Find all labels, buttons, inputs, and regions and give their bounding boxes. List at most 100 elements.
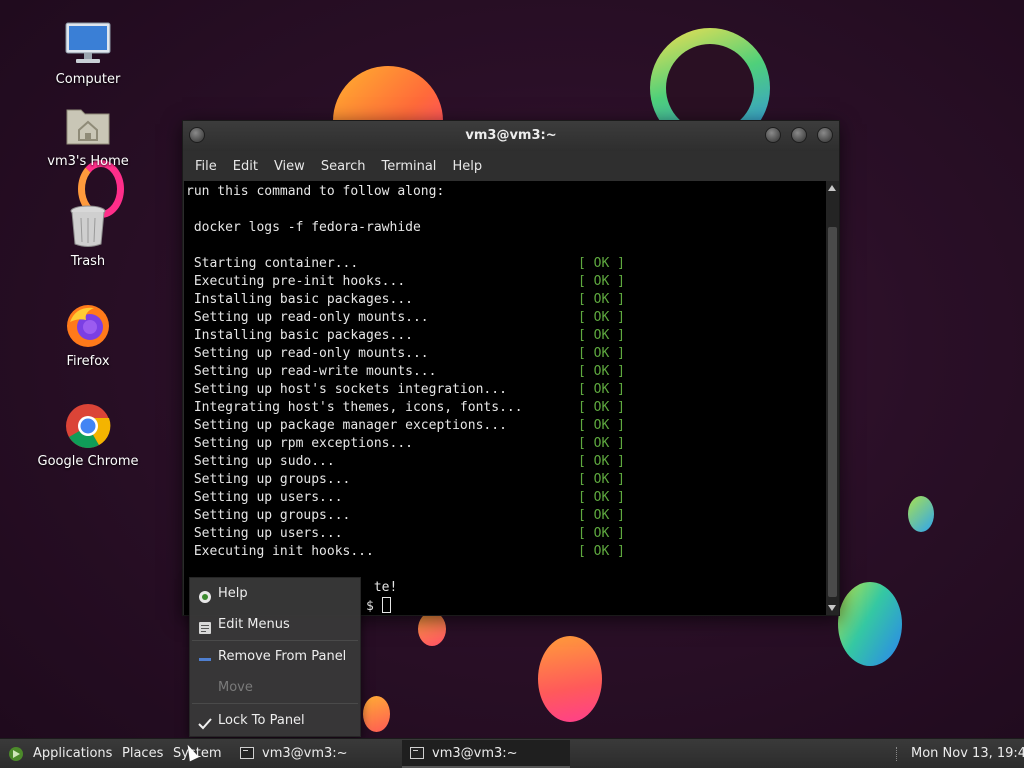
terminal-output[interactable]: run this command to follow along: docker… [184,181,826,615]
terminal-cursor [381,597,391,613]
wallpaper-orange-blob-xs [363,696,390,732]
terminal-icon [410,747,424,759]
terminal-line-text: Integrating host's themes, icons, fonts.… [186,400,523,415]
terminal-line-text: Setting up read-only mounts... [186,346,429,361]
terminal-line: Setting up read-only mounts... [ OK ] [186,345,625,363]
bottom-panel: Applications Places System vm3@vm3:~ vm3… [0,738,1024,768]
terminal-line: docker logs -f fedora-rawhide [186,219,421,237]
scrollbar-thumb[interactable] [828,227,837,597]
taskbar-button[interactable]: vm3@vm3:~ [232,740,400,768]
gnome-foot-icon[interactable] [8,746,24,762]
terminal-icon [240,747,254,759]
wallpaper-orange-blob-small [418,612,446,646]
terminal-line: Executing pre-init hooks... [ OK ] [186,273,625,291]
menu-view[interactable]: View [266,159,313,174]
menu-help[interactable]: Help [444,159,490,174]
desktop-icon-label: vm3's Home [47,154,129,169]
help-icon [198,587,212,603]
menu-item-label: Remove From Panel [218,649,347,664]
terminal-line: Setting up groups... [ OK ] [186,507,625,525]
status-ok-label: [ OK ] [578,292,625,307]
terminal-line-text: Executing init hooks... [186,544,374,559]
menu-item-label: Edit Menus [218,617,290,632]
desktop-icon-firefox[interactable]: Firefox [33,302,143,369]
desktop-icon-home[interactable]: vm3's Home [33,102,143,169]
window-titlebar[interactable]: vm3@vm3:~ [183,121,839,151]
status-ok-label: [ OK ] [578,274,625,289]
window-title: vm3@vm3:~ [465,128,557,143]
desktop-icon-trash[interactable]: Trash [33,202,143,269]
applications-menu[interactable]: Applications [33,746,112,761]
terminal-line-text: Setting up package manager exceptions... [186,418,507,433]
status-ok-label: [ OK ] [578,346,625,361]
terminal-line-text: docker logs -f fedora-rawhide [186,220,421,235]
status-ok-label: [ OK ] [578,454,625,469]
terminal-window[interactable]: vm3@vm3:~ File Edit View Search Terminal… [182,120,840,616]
terminal-line-text: Setting up read-write mounts... [186,364,437,379]
terminal-line: Setting up users... [ OK ] [186,489,625,507]
status-ok-label: [ OK ] [578,364,625,379]
status-ok-label: [ OK ] [578,544,625,559]
taskbar-button-active[interactable]: vm3@vm3:~ [402,740,570,768]
terminal-line-text: Setting up groups... [186,508,351,523]
clock[interactable]: Mon Nov 13, 19:45 [911,746,1024,761]
menu-item-edit-menus[interactable]: Edit Menus [190,611,360,639]
menu-file[interactable]: File [187,159,225,174]
firefox-icon [64,302,112,350]
status-ok-label: [ OK ] [578,382,625,397]
menu-item-help[interactable]: Help [190,580,360,608]
terminal-line: Setting up read-only mounts... [ OK ] [186,309,625,327]
places-menu[interactable]: Places [122,746,163,761]
menu-separator [192,640,358,641]
terminal-line-text: Setting up groups... [186,472,351,487]
menu-item-remove-from-panel[interactable]: Remove From Panel [190,643,360,671]
computer-icon [64,20,112,68]
terminal-line-text: Installing basic packages... [186,292,413,307]
terminal-line-text: Setting up users... [186,526,343,541]
close-button[interactable] [817,127,833,143]
terminal-menubar: File Edit View Search Terminal Help [183,151,839,181]
desktop-icon-chrome[interactable]: Google Chrome [33,402,143,469]
menu-edit[interactable]: Edit [225,159,266,174]
checkmark-icon [198,714,212,730]
scroll-up-arrow-icon[interactable] [828,185,836,191]
panel-context-menu: Help Edit Menus Remove From Panel Move L… [189,577,361,737]
menu-item-move: Move [190,674,360,702]
menu-item-label: Move [218,680,253,695]
terminal-line-text: Setting up sudo... [186,454,335,469]
terminal-line: Installing basic packages... [ OK ] [186,291,625,309]
status-ok-label: [ OK ] [578,526,625,541]
maximize-button[interactable] [791,127,807,143]
terminal-line-text: Starting container... [186,256,359,271]
desktop-icon-label: Firefox [66,354,110,369]
terminal-line-text: Setting up read-only mounts... [186,310,429,325]
status-ok-label: [ OK ] [578,310,625,325]
menu-item-label: Help [218,586,248,601]
status-ok-label: [ OK ] [578,490,625,505]
terminal-line: run this command to follow along: [186,183,444,201]
trash-icon [64,202,112,250]
desktop-icon-label: Computer [55,72,121,87]
status-ok-label: [ OK ] [578,256,625,271]
menu-terminal[interactable]: Terminal [373,159,444,174]
terminal-line-text: Setting up users... [186,490,343,505]
terminal-line-text: Executing pre-init hooks... [186,274,406,289]
minimize-button[interactable] [765,127,781,143]
terminal-line: Setting up package manager exceptions...… [186,417,625,435]
desktop-icon-label: Google Chrome [37,454,139,469]
scroll-down-arrow-icon[interactable] [828,605,836,611]
menu-search[interactable]: Search [313,159,374,174]
terminal-scrollbar[interactable] [826,181,839,615]
status-ok-label: [ OK ] [578,400,625,415]
remove-icon [198,650,212,664]
status-ok-label: [ OK ] [578,436,625,451]
terminal-line: Starting container... [ OK ] [186,255,625,273]
terminal-line: Executing init hooks... [ OK ] [186,543,625,561]
menu-item-lock-to-panel[interactable]: Lock To Panel [190,707,360,735]
menu-item-label: Lock To Panel [218,713,305,728]
taskbar-button-label: vm3@vm3:~ [432,746,518,761]
panel-separator [896,747,900,761]
terminal-line-text: run this command to follow along: [186,184,445,199]
desktop-icon-computer[interactable]: Computer [33,20,143,87]
chrome-icon [64,402,112,450]
